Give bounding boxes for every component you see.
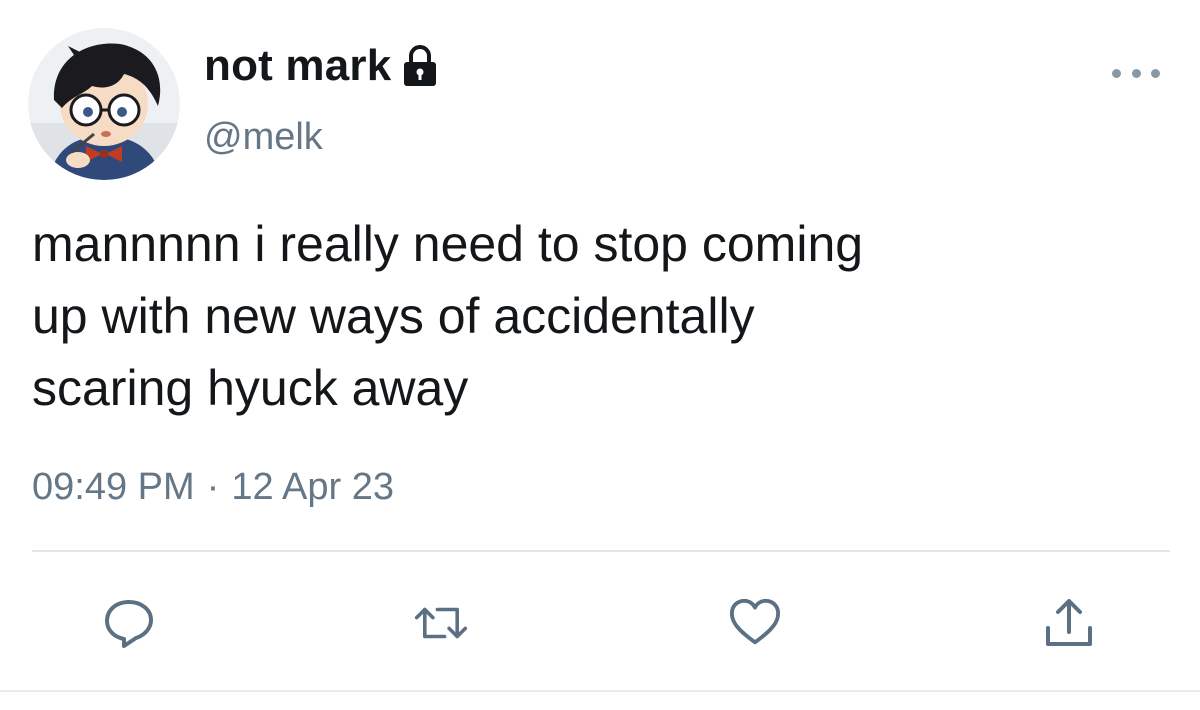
lock-icon — [401, 44, 439, 88]
user-handle[interactable]: @melk — [204, 116, 323, 159]
more-icon-dot — [1151, 68, 1160, 78]
more-icon — [1112, 68, 1121, 78]
tweet-card: not mark @melk mannnnn i really need to … — [0, 0, 1200, 710]
avatar-image — [28, 28, 180, 180]
more-options-button[interactable] — [1112, 58, 1160, 88]
share-button[interactable] — [1042, 596, 1096, 650]
more-icon-dot — [1131, 68, 1141, 78]
user-name-row: not mark — [204, 38, 439, 94]
retweet-button[interactable] — [414, 596, 468, 650]
avatar[interactable] — [28, 28, 180, 180]
tweet-text: mannnnn i really need to stop coming up … — [32, 216, 864, 416]
bottom-divider — [0, 690, 1200, 692]
reply-button[interactable] — [102, 596, 156, 650]
display-name[interactable]: not mark — [204, 41, 391, 91]
retweet-icon — [414, 607, 468, 639]
heart-icon — [729, 598, 781, 645]
like-button[interactable] — [728, 596, 782, 650]
share-icon — [1046, 599, 1092, 646]
reply-icon — [105, 600, 153, 648]
timestamp-separator: · — [206, 466, 220, 508]
divider — [32, 550, 1170, 552]
tweet-date: 12 Apr 23 — [231, 466, 394, 508]
tweet-timestamp[interactable]: 09:49 PM · 12 Apr 23 — [32, 466, 394, 509]
tweet-time: 09:49 PM — [32, 466, 195, 508]
